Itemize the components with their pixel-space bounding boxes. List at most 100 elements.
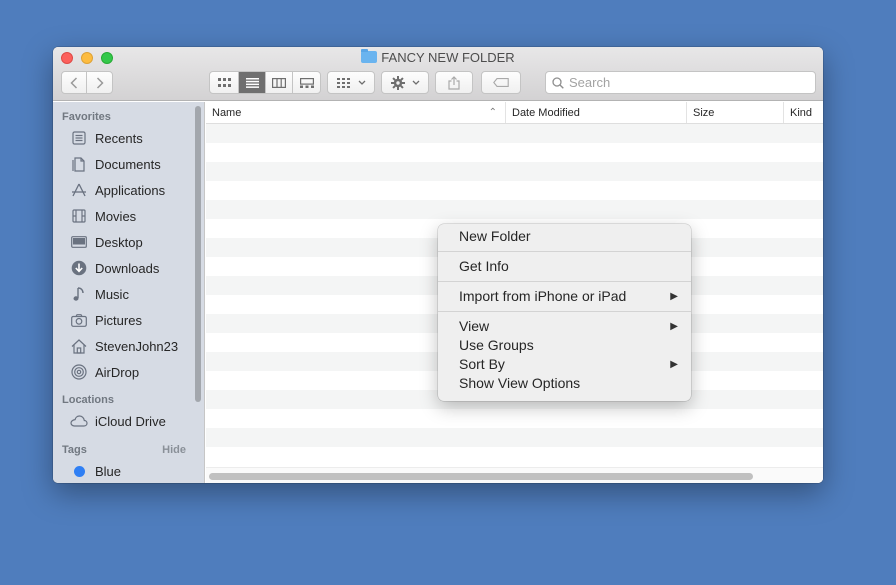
folder-icon [361, 49, 378, 63]
sidebar-item-applications[interactable]: Applications [53, 177, 204, 203]
downloads-icon [70, 259, 88, 277]
sidebar-item-label: Blue [95, 463, 122, 479]
search-input[interactable] [569, 75, 789, 90]
tags-hide-button[interactable]: Hide [162, 442, 186, 458]
table-row [206, 181, 823, 200]
sidebar-item-label: Music [95, 286, 129, 302]
gallery-view-button[interactable] [293, 72, 320, 93]
column-view-icon [272, 77, 286, 88]
column-size-label: Size [693, 106, 715, 119]
menu-item-use-groups[interactable]: Use Groups [438, 336, 691, 355]
sidebar-item-home[interactable]: StevenJohn23 [53, 333, 204, 359]
sidebar-item-label: Documents [95, 156, 161, 172]
list-view-icon [245, 77, 259, 88]
menu-item-import[interactable]: Import from iPhone or iPad ▶ [438, 287, 691, 306]
icon-view-icon [217, 78, 231, 87]
menu-item-import-label: Import from iPhone or iPad [459, 288, 627, 304]
menu-separator [438, 251, 691, 252]
edit-tags-button[interactable] [481, 71, 521, 94]
search-icon [552, 76, 564, 89]
home-icon [70, 337, 88, 355]
search-field[interactable] [545, 71, 816, 94]
horizontal-scroll-track [206, 467, 823, 483]
sidebar-item-desktop[interactable]: Desktop [53, 229, 204, 255]
toolbar: FANCY NEW FOLDER [53, 47, 823, 101]
window-title-text: FANCY NEW FOLDER [381, 50, 515, 65]
sidebar-item-airdrop[interactable]: AirDrop [53, 359, 204, 385]
table-row [206, 124, 823, 143]
recents-icon [70, 129, 88, 147]
column-size[interactable]: Size [687, 102, 784, 123]
sidebar-item-tag-blue[interactable]: Blue [53, 458, 204, 483]
sidebar-item-music[interactable]: Music [53, 281, 204, 307]
sidebar-item-pictures[interactable]: Pictures [53, 307, 204, 333]
menu-item-view[interactable]: View ▶ [438, 317, 691, 336]
sidebar-item-documents[interactable]: Documents [53, 151, 204, 177]
sidebar-header-tags: Tags Hide [53, 442, 204, 458]
applications-icon [70, 181, 88, 199]
desktop-icon [70, 233, 88, 251]
table-row [206, 428, 823, 447]
forward-button[interactable] [87, 72, 112, 93]
action-button[interactable] [381, 71, 429, 94]
column-kind[interactable]: Kind [784, 102, 823, 123]
tag-color-dot [70, 462, 88, 480]
sidebar-item-label: Movies [95, 208, 137, 224]
sidebar-header-favorites: Favorites [62, 111, 111, 123]
menu-item-view-label: View [459, 318, 490, 334]
menu-separator [438, 281, 691, 282]
chevron-down-icon [412, 80, 419, 85]
submenu-arrow-icon: ▶ [670, 359, 678, 370]
sidebar-item-recents[interactable]: Recents [53, 125, 204, 151]
sidebar-item-label: StevenJohn23 [95, 338, 179, 354]
sidebar-item-label: iCloud Drive [95, 413, 166, 429]
submenu-arrow-icon: ▶ [670, 321, 678, 332]
column-date-modified[interactable]: Date Modified [506, 102, 687, 123]
sidebar-item-movies[interactable]: Movies [53, 203, 204, 229]
list-view-button[interactable] [239, 72, 266, 93]
chevron-right-icon [96, 76, 104, 89]
column-kind-label: Kind [790, 106, 813, 119]
sidebar: Favorites Recents Documents Applications… [53, 102, 205, 483]
share-icon [448, 75, 460, 90]
context-menu: New Folder Get Info Import from iPhone o… [438, 224, 691, 401]
sidebar-item-label: Desktop [95, 234, 143, 250]
window-title: FANCY NEW FOLDER [53, 49, 823, 65]
sidebar-scrollbar[interactable] [195, 106, 201, 402]
sidebar-item-icloud-drive[interactable]: iCloud Drive [53, 408, 204, 434]
back-button[interactable] [62, 72, 87, 93]
view-mode-control [209, 71, 321, 94]
pictures-icon [70, 311, 88, 329]
column-view-button[interactable] [266, 72, 293, 93]
column-date-label: Date Modified [512, 106, 580, 119]
sidebar-item-downloads[interactable]: Downloads [53, 255, 204, 281]
menu-item-new-folder[interactable]: New Folder [438, 227, 691, 246]
airdrop-icon [70, 363, 88, 381]
column-header: Name ⌃ Date Modified Size Kind [206, 102, 823, 124]
submenu-arrow-icon: ▶ [670, 291, 678, 302]
share-button[interactable] [435, 71, 473, 94]
icon-view-button[interactable] [210, 72, 239, 93]
group-by-button[interactable] [327, 71, 375, 94]
sort-ascending-icon: ⌃ [488, 107, 497, 118]
music-icon [70, 285, 88, 303]
sidebar-item-label: Downloads [95, 260, 160, 276]
sidebar-header-locations: Locations [62, 394, 114, 406]
horizontal-scrollbar[interactable] [209, 473, 753, 480]
column-name[interactable]: Name ⌃ [206, 102, 506, 123]
column-name-label: Name [212, 106, 242, 119]
movies-icon [70, 207, 88, 225]
chevron-left-icon [70, 76, 78, 89]
table-row [206, 409, 823, 428]
table-row [206, 162, 823, 181]
group-icon [336, 77, 350, 88]
menu-item-get-info[interactable]: Get Info [438, 257, 691, 276]
chevron-down-icon [358, 80, 365, 85]
menu-item-sort-by-label: Sort By [459, 356, 505, 372]
tag-icon [493, 78, 509, 87]
cloud-icon [70, 412, 88, 430]
menu-separator [438, 311, 691, 312]
menu-item-sort-by[interactable]: Sort By ▶ [438, 355, 691, 374]
gallery-view-icon [299, 77, 314, 88]
menu-item-show-view-options[interactable]: Show View Options [438, 374, 691, 393]
